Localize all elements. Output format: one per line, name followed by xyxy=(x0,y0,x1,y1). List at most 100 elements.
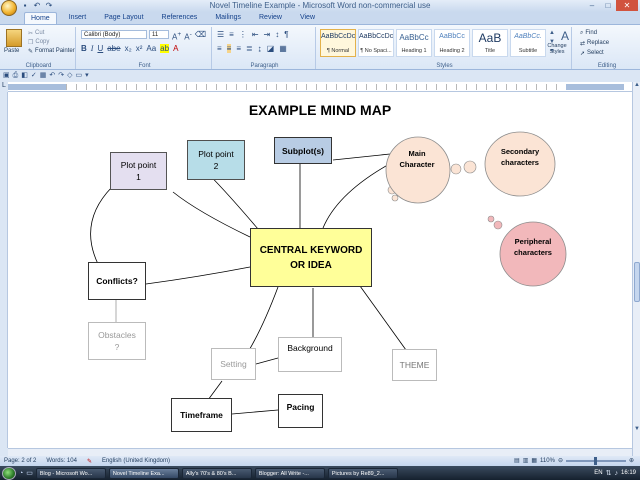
increase-indent-icon[interactable]: ⇥ xyxy=(264,30,271,39)
taskbar-item[interactable]: Blog - Microsoft Wo... xyxy=(35,467,106,479)
bullets-icon[interactable]: ☰ xyxy=(217,30,224,39)
word-count[interactable]: Words: 104 xyxy=(46,458,77,464)
main-character-node[interactable]: Main Character xyxy=(391,144,443,174)
input-language[interactable]: EN xyxy=(594,470,602,476)
change-styles-icon[interactable]: A xyxy=(558,29,572,43)
proofing-icon[interactable]: ✎ xyxy=(87,458,92,465)
numbering-icon[interactable]: ≡ xyxy=(229,30,234,39)
save-icon[interactable]: ▣ xyxy=(3,71,10,81)
find-button[interactable]: ⌕ Find xyxy=(580,29,597,37)
customize-icon[interactable]: ▾ xyxy=(85,71,89,81)
shapes-icon[interactable]: ◇ xyxy=(67,71,72,81)
subscript-icon[interactable]: x₂ xyxy=(125,44,132,53)
paste-button[interactable]: Paste xyxy=(4,48,19,54)
plot-point-1[interactable]: Plot point 1 xyxy=(110,152,167,190)
style-no-spacing[interactable]: AaBbCcDc ¶ No Spaci... xyxy=(358,29,394,57)
tab-home[interactable]: Home xyxy=(24,12,57,24)
vertical-ruler[interactable] xyxy=(0,92,8,448)
font-color-icon[interactable]: A xyxy=(173,44,178,53)
pacing-box[interactable]: Pacing xyxy=(278,394,323,428)
clear-format-icon[interactable]: ⌫ xyxy=(195,30,206,42)
redo-icon[interactable]: ↷ xyxy=(58,71,64,81)
line-spacing-icon[interactable]: ↨ xyxy=(258,44,262,53)
style-heading-2[interactable]: AaBbCc Heading 2 xyxy=(434,29,470,57)
italic-icon[interactable]: I xyxy=(91,44,94,53)
quick-launch-icon[interactable]: ◔ xyxy=(19,470,23,477)
spelling-icon[interactable]: ✓ xyxy=(31,71,37,81)
show-desktop-icon[interactable]: ▭ xyxy=(26,469,33,477)
minimize-button[interactable]: – xyxy=(584,0,600,11)
page-count[interactable]: Page: 2 of 2 xyxy=(4,458,36,464)
tab-mailings[interactable]: Mailings xyxy=(209,12,247,24)
style-normal[interactable]: AaBbCcDc ¶ Normal xyxy=(320,29,356,57)
background-box[interactable]: Background xyxy=(278,337,342,372)
underline-icon[interactable]: U xyxy=(97,44,103,53)
office-button[interactable] xyxy=(1,0,17,16)
maximize-button[interactable]: □ xyxy=(600,0,616,11)
document-page[interactable]: EXAMPLE MIND MAP Plot point 1 Plot point… xyxy=(8,92,632,448)
align-left-icon[interactable]: ≡ xyxy=(217,44,222,53)
timeframe-box[interactable]: Timeframe xyxy=(171,398,232,432)
shrink-font-icon[interactable]: A- xyxy=(184,30,192,42)
sort-icon[interactable]: ↕ xyxy=(275,30,279,39)
taskbar-item[interactable]: Blogger: All Write -... xyxy=(254,467,325,479)
zoom-level[interactable]: 110% xyxy=(540,458,555,464)
plot-point-2[interactable]: Plot point 2 xyxy=(187,140,245,180)
tab-selector-icon[interactable]: L xyxy=(0,82,8,92)
change-case-icon[interactable]: Aa xyxy=(146,44,156,53)
print-icon[interactable]: ⎙ xyxy=(13,71,19,81)
select-button[interactable]: ➚ Select xyxy=(580,49,604,57)
style-heading-1[interactable]: AaBbCc Heading 1 xyxy=(396,29,432,57)
tab-view[interactable]: View xyxy=(294,12,321,24)
scroll-up-icon[interactable]: ▲ xyxy=(633,82,640,92)
vertical-scrollbar[interactable]: ▲ ▼ xyxy=(632,82,640,456)
setting-box[interactable]: Setting xyxy=(211,348,256,380)
show-formatting-icon[interactable]: ¶ xyxy=(284,30,288,39)
tab-references[interactable]: References xyxy=(156,12,204,24)
decrease-indent-icon[interactable]: ⇤ xyxy=(252,30,259,39)
strikethrough-icon[interactable]: abe xyxy=(107,44,120,53)
tab-insert[interactable]: Insert xyxy=(63,12,93,24)
language-status[interactable]: English (United Kingdom) xyxy=(102,458,170,464)
view-full-screen-icon[interactable]: ▥ xyxy=(523,457,529,464)
justify-icon[interactable]: ≣ xyxy=(246,44,253,53)
replace-button[interactable]: ⇄ Replace xyxy=(580,39,609,47)
scroll-thumb[interactable] xyxy=(634,262,640,302)
table-icon[interactable]: ▦ xyxy=(40,71,47,81)
tab-review[interactable]: Review xyxy=(253,12,288,24)
copy-button[interactable]: ❐ Copy xyxy=(28,38,49,46)
horizontal-ruler[interactable]: L xyxy=(0,82,632,92)
taskbar-item[interactable]: Pictures by Re89_2... xyxy=(327,467,398,479)
style-title[interactable]: AaB Title xyxy=(472,29,508,57)
zoom-knob[interactable] xyxy=(593,456,597,465)
borders-icon[interactable]: ▦ xyxy=(279,44,287,53)
obstacles-box[interactable]: Obstacles ? xyxy=(88,322,146,360)
clock[interactable]: 16:19 xyxy=(621,470,636,476)
highlight-icon[interactable]: ab xyxy=(160,44,170,53)
bold-icon[interactable]: B xyxy=(81,44,87,53)
taskbar-item[interactable]: Ally's 70's & 80's B... xyxy=(181,467,252,479)
preview-icon[interactable]: ◧ xyxy=(21,71,28,81)
secondary-characters-node[interactable]: Secondary characters xyxy=(488,142,552,172)
taskbar-item[interactable]: Novel Timeline Exa... xyxy=(108,467,179,479)
tab-page-layout[interactable]: Page Layout xyxy=(98,12,149,24)
undo-icon[interactable]: ↶ xyxy=(49,71,55,81)
conflicts-box[interactable]: Conflicts? xyxy=(88,262,146,300)
multilevel-list-icon[interactable]: ⋮ xyxy=(239,30,247,39)
change-styles-button[interactable]: Change Styles xyxy=(540,43,574,55)
peripheral-characters-node[interactable]: Peripheral characters xyxy=(502,232,564,262)
view-web-layout-icon[interactable]: ▦ xyxy=(531,457,537,464)
cut-button[interactable]: ✂ Cut xyxy=(28,29,44,37)
subplots-box[interactable]: Subplot(s) xyxy=(274,137,332,164)
format-painter-button[interactable]: ✎ Format Painter xyxy=(28,47,75,55)
font-size-combo[interactable]: 11 xyxy=(149,30,169,39)
central-keyword-box[interactable]: CENTRAL KEYWORD OR IDEA xyxy=(250,228,372,287)
start-button[interactable] xyxy=(2,466,16,480)
zoom-in-icon[interactable]: ⊕ xyxy=(629,457,634,464)
align-center-icon[interactable]: ≡ xyxy=(226,44,232,53)
horizontal-scrollbar[interactable] xyxy=(8,448,632,456)
zoom-slider[interactable] xyxy=(565,456,626,465)
volume-icon[interactable]: ♪ xyxy=(614,470,618,477)
paste-icon[interactable] xyxy=(6,29,22,47)
network-icon[interactable]: ⇅ xyxy=(606,469,612,477)
